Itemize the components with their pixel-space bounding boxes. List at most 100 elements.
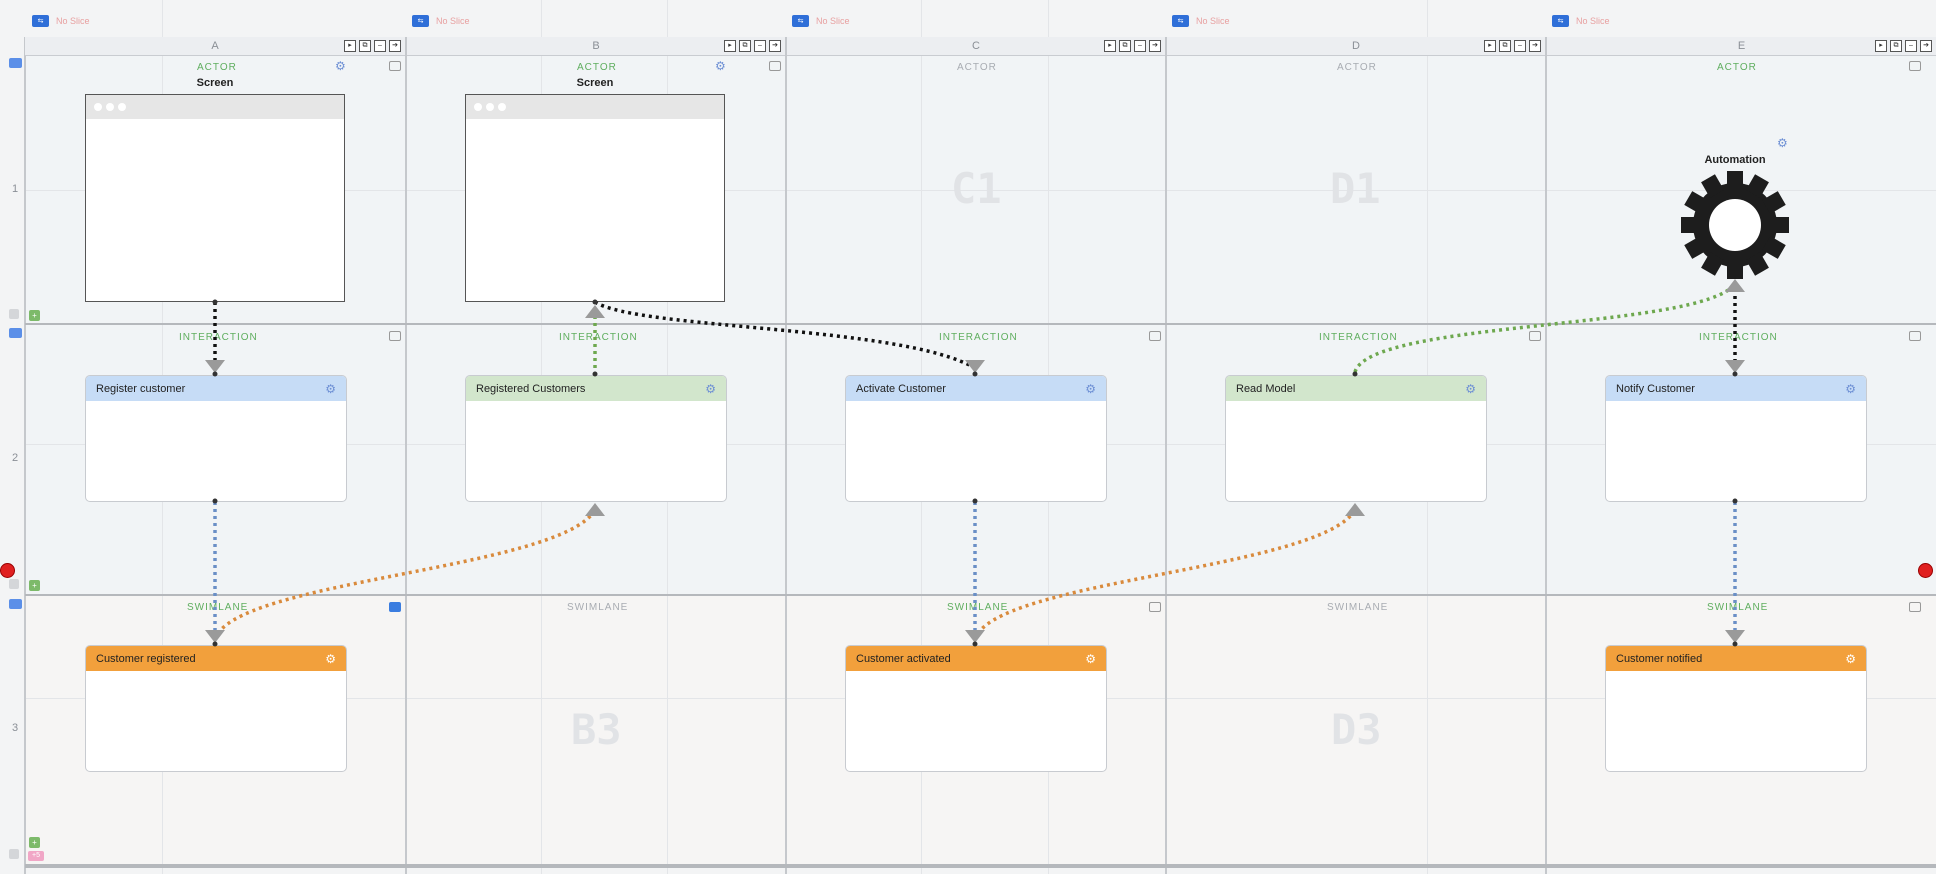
more-rows-badge[interactable]: +5 — [28, 851, 44, 861]
lane-label: INTERACTION — [939, 332, 1018, 343]
expand-button[interactable]: ▸ — [1104, 40, 1116, 52]
remove-button[interactable]: – — [1134, 40, 1146, 52]
gear-icon[interactable]: ⚙ — [1777, 136, 1788, 150]
row-number: 2 — [11, 452, 19, 464]
comment-icon[interactable] — [1909, 61, 1921, 71]
move-button[interactable]: ➔ — [1529, 40, 1541, 52]
lane-label: SWIMLANE — [567, 602, 629, 613]
slice-icon: ⇆ — [1172, 15, 1189, 27]
column-tools: ▸ ⧉ – ➔ — [1875, 40, 1932, 52]
comment-icon[interactable] — [1909, 331, 1921, 341]
automation-title: Automation — [1704, 154, 1766, 166]
column-letter: D — [1352, 40, 1360, 52]
screen-mockup[interactable] — [465, 94, 725, 302]
row-toggle-icon[interactable] — [9, 328, 22, 338]
gear-icon[interactable]: ⚙ — [325, 382, 336, 396]
row-number: 1 — [11, 183, 19, 195]
column-letter: B — [592, 40, 600, 52]
column-letter: E — [1737, 40, 1746, 52]
slice-tag-a[interactable]: ⇆ No Slice — [32, 8, 90, 34]
row-toggle-icon[interactable] — [9, 599, 22, 609]
row-handle-icon[interactable] — [9, 309, 19, 319]
move-button[interactable]: ➔ — [769, 40, 781, 52]
command-card[interactable]: Register customer ⚙ — [85, 375, 347, 502]
expand-button[interactable]: ▸ — [724, 40, 736, 52]
add-row-button[interactable]: + — [29, 837, 40, 848]
gear-icon[interactable]: ⚙ — [705, 382, 716, 396]
gear-icon[interactable]: ⚙ — [715, 59, 726, 73]
slice-icon: ⇆ — [412, 15, 429, 27]
gear-icon[interactable]: ⚙ — [1465, 382, 1476, 396]
gear-icon[interactable]: ⚙ — [325, 652, 336, 666]
cell-watermark: B3 — [571, 705, 622, 754]
lane-label: INTERACTION — [179, 332, 258, 343]
move-button[interactable]: ➔ — [1149, 40, 1161, 52]
event-label: Customer notified — [1616, 652, 1703, 665]
slice-tag-b[interactable]: ⇆ No Slice — [412, 8, 470, 34]
add-row-button[interactable]: + — [29, 310, 40, 321]
move-button[interactable]: ➔ — [389, 40, 401, 52]
resize-handle-right[interactable] — [1918, 563, 1933, 578]
expand-button[interactable]: ▸ — [344, 40, 356, 52]
comment-icon[interactable] — [1529, 331, 1541, 341]
comment-icon[interactable] — [1149, 602, 1161, 612]
move-button[interactable]: ➔ — [1920, 40, 1932, 52]
event-label: Customer registered — [96, 652, 196, 665]
comment-icon[interactable] — [389, 331, 401, 341]
remove-button[interactable]: – — [1905, 40, 1917, 52]
read-model-card[interactable]: Read Model ⚙ — [1225, 375, 1487, 502]
copy-button[interactable]: ⧉ — [739, 40, 751, 52]
automation-gear-icon[interactable] — [1680, 170, 1790, 280]
gear-icon[interactable]: ⚙ — [335, 59, 346, 73]
add-row-button[interactable]: + — [29, 580, 40, 591]
expand-button[interactable]: ▸ — [1484, 40, 1496, 52]
gear-icon[interactable]: ⚙ — [1085, 652, 1096, 666]
lane-label: ACTOR — [197, 62, 237, 73]
lane-label: ACTOR — [957, 62, 997, 73]
slice-icon: ⇆ — [32, 15, 49, 27]
event-card[interactable]: Customer notified ⚙ — [1605, 645, 1867, 772]
command-card[interactable]: Activate Customer ⚙ — [845, 375, 1107, 502]
gear-icon[interactable]: ⚙ — [1085, 382, 1096, 396]
row-handle-icon[interactable] — [9, 579, 19, 589]
column-header-d: D ▸ ⧉ – ➔ — [1167, 37, 1545, 56]
copy-button[interactable]: ⧉ — [359, 40, 371, 52]
copy-button[interactable]: ⧉ — [1890, 40, 1902, 52]
column-header-e: E ▸ ⧉ – ➔ — [1547, 37, 1936, 56]
column-tools: ▸ ⧉ – ➔ — [344, 40, 401, 52]
slice-tag-e[interactable]: ⇆ No Slice — [1552, 8, 1610, 34]
column-letter: C — [972, 40, 980, 52]
slice-icon: ⇆ — [792, 15, 809, 27]
command-card[interactable]: Notify Customer ⚙ — [1605, 375, 1867, 502]
resize-handle-left[interactable] — [0, 563, 15, 578]
lane-label: ACTOR — [1717, 62, 1757, 73]
slice-tag-c[interactable]: ⇆ No Slice — [792, 8, 850, 34]
copy-button[interactable]: ⧉ — [1499, 40, 1511, 52]
copy-button[interactable]: ⧉ — [1119, 40, 1131, 52]
row-handle-icon[interactable] — [9, 849, 19, 859]
event-card[interactable]: Customer registered ⚙ — [85, 645, 347, 772]
screen-title: Screen — [576, 77, 614, 89]
lane-label: INTERACTION — [559, 332, 638, 343]
row-toggle-icon[interactable] — [9, 58, 22, 68]
remove-button[interactable]: – — [374, 40, 386, 52]
expand-button[interactable]: ▸ — [1875, 40, 1887, 52]
event-header: Customer activated ⚙ — [846, 646, 1106, 671]
event-header: Customer registered ⚙ — [86, 646, 346, 671]
event-card[interactable]: Customer activated ⚙ — [845, 645, 1107, 772]
comment-icon[interactable] — [1909, 602, 1921, 612]
remove-button[interactable]: – — [754, 40, 766, 52]
gear-icon[interactable]: ⚙ — [1845, 652, 1856, 666]
comment-icon[interactable] — [389, 61, 401, 71]
slice-tag-d[interactable]: ⇆ No Slice — [1172, 8, 1230, 34]
remove-button[interactable]: – — [1514, 40, 1526, 52]
cell-watermark: C1 — [951, 164, 1002, 213]
comment-icon[interactable] — [389, 602, 401, 612]
lane-label: SWIMLANE — [947, 602, 1009, 613]
read-model-card[interactable]: Registered Customers ⚙ — [465, 375, 727, 502]
screen-mockup[interactable] — [85, 94, 345, 302]
comment-icon[interactable] — [769, 61, 781, 71]
comment-icon[interactable] — [1149, 331, 1161, 341]
gear-icon[interactable]: ⚙ — [1845, 382, 1856, 396]
column-tools: ▸ ⧉ – ➔ — [724, 40, 781, 52]
